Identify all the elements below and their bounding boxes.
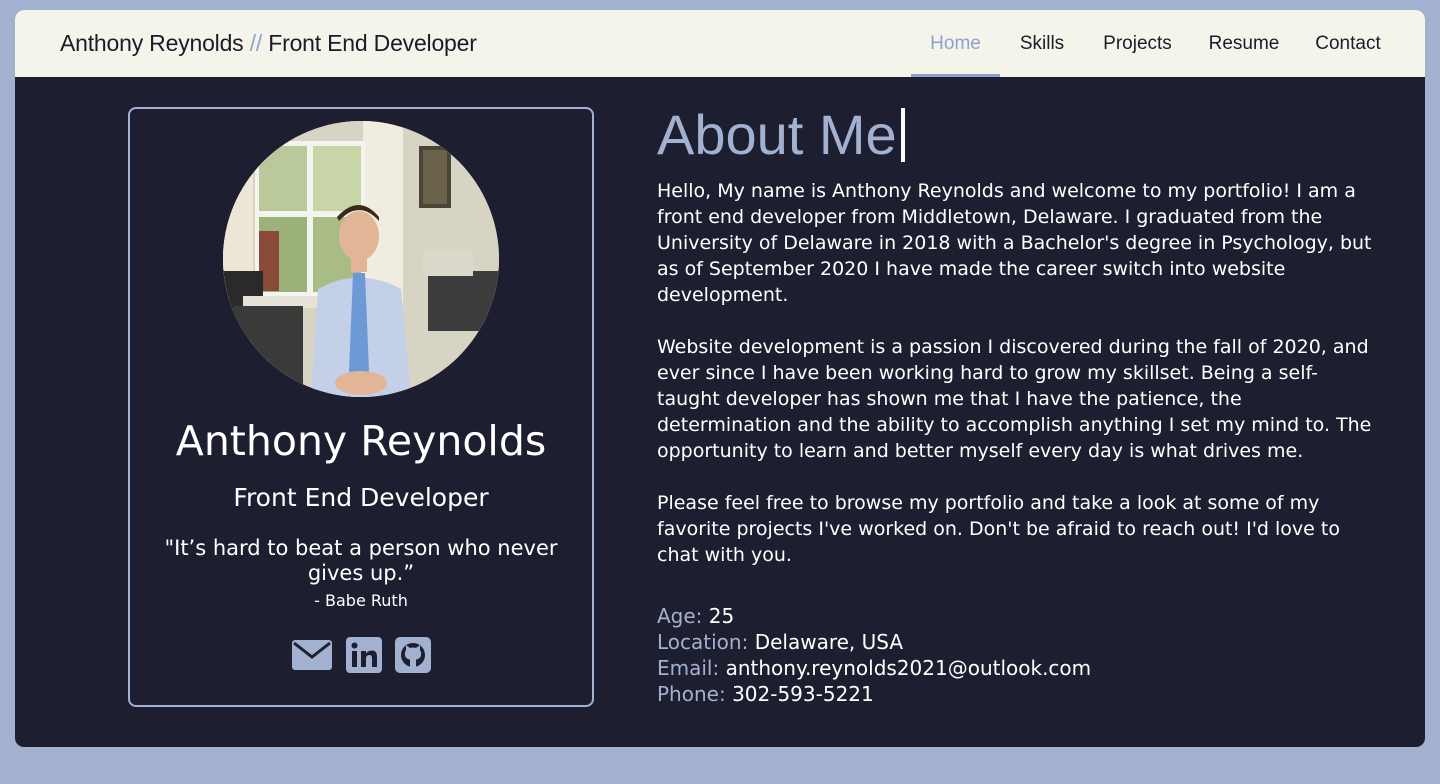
nav-item-contact[interactable]: Contact — [1308, 10, 1388, 77]
info-phone: Phone: 302-593-5221 — [657, 681, 874, 707]
nav-item-skills[interactable]: Skills — [1007, 10, 1077, 77]
nav-item-home[interactable]: Home — [911, 10, 1000, 77]
brand-name: Anthony Reynolds — [60, 30, 244, 56]
nav-item-resume[interactable]: Resume — [1203, 10, 1285, 77]
portfolio-window: Anthony Reynolds // Front End Developer … — [15, 10, 1425, 747]
info-location: Location: Delaware, USA — [657, 629, 903, 655]
info-location-value: Delaware, USA — [754, 630, 904, 654]
profile-photo — [223, 121, 499, 397]
about-paragraph-1: Hello, My name is Anthony Reynolds and w… — [657, 180, 1372, 306]
about-paragraph-2: Website development is a passion I disco… — [657, 336, 1372, 462]
about-paragraph-3: Please feel free to browse my portfolio … — [657, 492, 1340, 566]
brand-role: Front End Developer — [268, 30, 477, 56]
info-age-label: Age: — [657, 604, 703, 628]
info-email: Email: anthony.reynolds2021@outlook.com — [657, 655, 1091, 681]
linkedin-icon[interactable] — [345, 636, 383, 674]
brand-logo[interactable]: Anthony Reynolds // Front End Developer — [60, 10, 477, 77]
info-age: Age: 25 — [657, 603, 734, 629]
nav-item-projects[interactable]: Projects — [1095, 10, 1180, 77]
about-heading-text: About Me — [657, 103, 897, 166]
info-email-label: Email: — [657, 656, 720, 680]
info-age-value: 25 — [708, 604, 735, 628]
info-location-label: Location: — [657, 630, 749, 654]
profile-quote: "It’s hard to beat a person who never gi… — [164, 536, 558, 585]
info-email-value[interactable]: anthony.reynolds2021@outlook.com — [726, 656, 1092, 680]
github-icon[interactable] — [394, 636, 432, 674]
profile-title: Front End Developer — [233, 483, 489, 512]
navbar: Anthony Reynolds // Front End Developer … — [15, 10, 1425, 77]
brand-separator: // — [249, 30, 263, 56]
quote-author: - Babe Ruth — [314, 591, 408, 610]
typing-caret — [900, 108, 905, 162]
profile-card: Anthony Reynolds Front End Developer "It… — [128, 107, 594, 707]
profile-name: Anthony Reynolds — [175, 417, 547, 465]
envelope-icon[interactable] — [291, 636, 333, 674]
info-phone-label: Phone: — [657, 682, 726, 706]
about-heading: About Me — [657, 102, 905, 167]
active-tab-indicator — [911, 74, 1000, 77]
info-phone-value[interactable]: 302-593-5221 — [732, 682, 874, 706]
